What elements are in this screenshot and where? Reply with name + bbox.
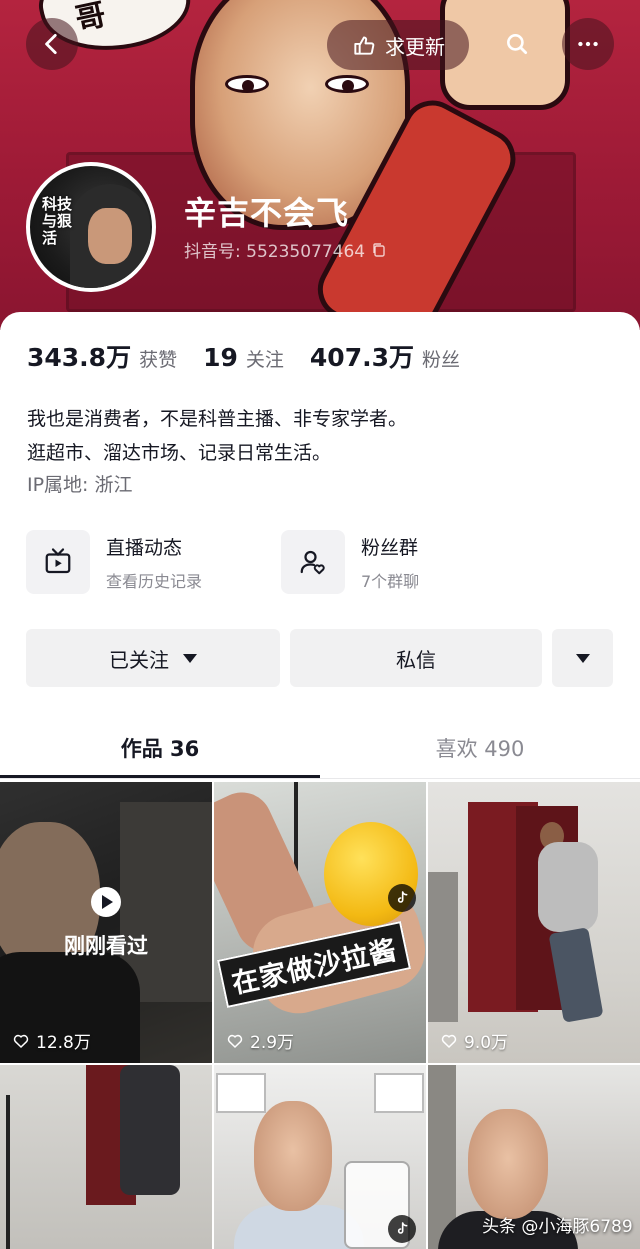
user-heart-icon (300, 550, 325, 575)
copy-icon[interactable] (371, 242, 387, 258)
stat-following-value[interactable]: 19 (203, 343, 238, 372)
avatar-face (88, 208, 132, 264)
avatar-badge-text: 科技与狠活 (42, 195, 73, 247)
scene-dim-overlay (0, 782, 212, 1063)
following-label: 已关注 (109, 647, 169, 672)
video-likes-count: 9.0万 (464, 1033, 509, 1053)
back-button[interactable] (26, 18, 78, 70)
video-thumbnail-4[interactable] (0, 1065, 212, 1249)
stat-following-label[interactable]: 关注 (246, 345, 284, 372)
heart-icon (441, 1034, 457, 1048)
live-history-title: 直播动态 (106, 536, 183, 559)
request-update-label: 求更新 (385, 34, 445, 59)
tab-works[interactable]: 作品 36 (0, 715, 320, 781)
bio-line-2: 逛超市、溜达市场、记录日常生活。 (27, 442, 332, 464)
stat-followers-label[interactable]: 粉丝 (422, 345, 460, 372)
video-thumbnail-2[interactable]: 在家做沙拉酱 2.9万 (214, 782, 426, 1063)
thumb-point-icon (354, 36, 375, 55)
ip-location: IP属地: 浙江 (27, 474, 133, 496)
avatar[interactable]: 科技与狠活 (26, 162, 156, 292)
profile-stats: 343.8万 获赞 19 关注 407.3万 粉丝 (27, 338, 486, 374)
banner-eye-right (325, 75, 369, 93)
request-update-button[interactable]: 求更新 (327, 20, 469, 70)
more-button[interactable] (562, 18, 614, 70)
fan-group-entry[interactable]: 粉丝群 7个群聊 (281, 530, 419, 594)
video-likes: 2.9万 (226, 1028, 294, 1053)
douyin-id-text: 抖音号: 55235077464 (184, 242, 366, 262)
scene-person-head (468, 1109, 548, 1219)
live-history-entry[interactable]: 直播动态 查看历史记录 (26, 530, 202, 594)
video-likes-count: 2.9万 (250, 1033, 295, 1053)
live-icon-box (26, 530, 90, 594)
message-button[interactable]: 私信 (290, 629, 542, 687)
scene-person (120, 1065, 180, 1195)
video-likes: 9.0万 (440, 1028, 508, 1053)
douyin-id[interactable]: 抖音号: 55235077464 (184, 237, 387, 262)
chevron-left-icon (45, 33, 57, 55)
douyin-logo-icon (388, 884, 416, 912)
live-history-subtitle: 查看历史记录 (106, 571, 203, 591)
scene-tripod (6, 1095, 10, 1249)
content-tabs: 作品 36 喜欢 490 (0, 715, 640, 781)
fan-group-icon-box (281, 530, 345, 594)
recommend-toggle-button[interactable] (552, 629, 613, 687)
video-likes: 12.8万 (12, 1028, 91, 1053)
video-thumbnail-1[interactable]: 刚刚看过 12.8万 (0, 782, 212, 1063)
tab-likes[interactable]: 喜欢 490 (320, 715, 640, 781)
following-button[interactable]: 已关注 (26, 629, 280, 687)
bio-line-1: 我也是消费者，不是科普主播、非专家学者。 (27, 408, 408, 430)
search-icon (507, 34, 528, 55)
stat-likes-label: 获赞 (139, 349, 178, 371)
tv-icon (45, 548, 71, 574)
fan-group-subtitle: 7个群聊 (361, 571, 420, 591)
caret-down-icon (575, 653, 590, 663)
banner-eye-left (225, 75, 269, 93)
profile-bio: 我也是消费者，不是科普主播、非专家学者。 逛超市、溜达市场、记录日常生活。 (27, 402, 407, 470)
caret-down-icon (183, 653, 197, 663)
video-thumbnail-5[interactable] (214, 1065, 426, 1249)
scene-person (538, 842, 598, 932)
scene-mirror (428, 872, 458, 1022)
message-label: 私信 (396, 647, 436, 672)
more-dots-icon (578, 41, 598, 47)
watermark-text: 头条 @小海豚6789 (482, 1217, 633, 1237)
search-button[interactable] (491, 18, 543, 70)
play-icon (91, 887, 121, 917)
scene-person-head (254, 1101, 332, 1211)
stat-likes-value: 343.8万 (27, 343, 132, 372)
scene-ceiling-light (216, 1073, 266, 1113)
fan-group-title: 粉丝群 (361, 536, 419, 559)
video-thumbnail-3[interactable]: 9.0万 (428, 782, 640, 1063)
heart-icon (227, 1034, 243, 1048)
douyin-logo-icon (388, 1215, 416, 1243)
heart-icon (13, 1034, 29, 1048)
video-likes-count: 12.8万 (36, 1033, 91, 1053)
tabs-divider (0, 778, 640, 779)
stat-followers-value[interactable]: 407.3万 (310, 338, 414, 374)
recently-watched-label: 刚刚看过 (64, 934, 148, 958)
scene-ceiling-light (374, 1073, 424, 1113)
profile-name: 辛吉不会飞 (184, 194, 350, 232)
